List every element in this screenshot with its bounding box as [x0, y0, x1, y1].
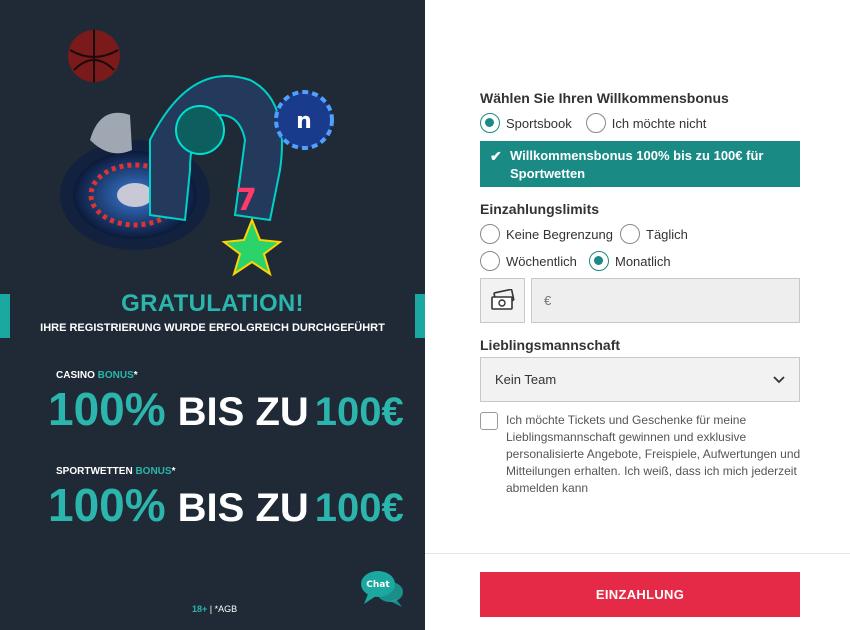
congrats-subtitle: IHRE REGISTRIERUNG WURDE ERFOLGREICH DUR… — [40, 322, 385, 334]
limit-option-weekly[interactable]: Wöchentlich — [480, 251, 589, 271]
sports-bonus-amount: 100% BIS ZU 100€ — [48, 482, 404, 528]
bonus-option-label: Ich möchte nicht — [611, 115, 707, 131]
bonus-radio-group: Sportsbook Ich möchte nicht — [480, 113, 706, 133]
radio-selected-icon[interactable] — [480, 113, 500, 133]
bonus-option-label: Sportsbook — [506, 115, 572, 131]
deposit-form-panel: Wählen Sie Ihren Willkommensbonus Sports… — [425, 0, 850, 630]
bonus-option-none[interactable]: Ich möchte nicht — [585, 113, 707, 133]
bonus-banner-text: Willkommensbonus 100% bis zu 100€ für Sp… — [510, 148, 764, 181]
chat-label: Chat — [366, 580, 390, 590]
radio-unselected-icon[interactable] — [480, 251, 500, 271]
limit-option-label: Keine Begrenzung — [506, 226, 613, 242]
limits-section-title: Einzahlungslimits — [480, 201, 600, 217]
consent-checkbox[interactable] — [480, 412, 498, 430]
limit-option-label: Monatlich — [615, 253, 671, 269]
consent-text: Ich möchte Tickets und Geschenke für mei… — [506, 413, 801, 495]
footer-separator: | — [207, 604, 215, 614]
casino-hero-illustration: n 7 — [60, 30, 334, 277]
bonus-option-sportsbook[interactable]: Sportsbook — [480, 113, 572, 133]
chat-bubble-icon[interactable]: Chat — [360, 568, 404, 608]
casino-label-star: * — [133, 370, 138, 381]
money-icon — [490, 288, 514, 310]
limit-option-daily[interactable]: Täglich — [620, 224, 688, 244]
bonus-confirmation-banner: ✔ Willkommensbonus 100% bis zu 100€ für … — [480, 141, 800, 187]
casino-label-text: CASINO — [56, 370, 98, 381]
sports-percent: 100% — [48, 479, 166, 531]
sports-up-to: BIS ZU — [177, 486, 309, 530]
sports-label-text: SPORTWETTEN — [56, 466, 136, 477]
radio-selected-icon[interactable] — [589, 251, 609, 271]
team-select-value: Kein Team — [495, 372, 557, 387]
casino-up-to: BIS ZU — [177, 390, 309, 434]
limit-radio-row-1: Keine Begrenzung Täglich — [480, 224, 688, 244]
sports-label-bonus: BONUS — [135, 466, 172, 477]
svg-text:n: n — [296, 109, 312, 134]
limit-radio-row-2: Wöchentlich Monatlich — [480, 251, 671, 271]
congrats-title: GRATULATION! — [121, 290, 304, 317]
team-section-title: Lieblingsmannschaft — [480, 337, 621, 353]
team-select[interactable]: Kein Team — [480, 357, 800, 402]
sports-bonus-label: SPORTWETTEN BONUS* — [56, 466, 175, 477]
sports-label-star: * — [171, 466, 176, 477]
chevron-down-icon — [773, 375, 785, 383]
casino-bonus-label: CASINO BONUS* — [56, 370, 138, 381]
svg-text:7: 7 — [236, 183, 257, 218]
limit-option-none[interactable]: Keine Begrenzung — [480, 224, 620, 244]
limit-option-label: Wöchentlich — [506, 253, 577, 269]
divider — [425, 553, 850, 554]
radio-unselected-icon[interactable] — [620, 224, 640, 244]
casino-max-amount: 100€ — [314, 390, 404, 434]
sports-max-amount: 100€ — [314, 486, 404, 530]
radio-unselected-icon[interactable] — [585, 113, 606, 133]
footer-legal: 18+ | *AGB — [192, 604, 237, 614]
casino-label-bonus: BONUS — [97, 370, 134, 381]
bonus-section-title: Wählen Sie Ihren Willkommensbonus — [480, 90, 729, 106]
limit-option-label: Täglich — [646, 226, 688, 242]
radio-unselected-icon[interactable] — [480, 224, 500, 244]
limit-option-monthly[interactable]: Monatlich — [589, 251, 671, 271]
casino-bonus-amount: 100% BIS ZU 100€ — [48, 386, 404, 432]
promo-panel: n 7 GRATULATION! IHRE REGISTRIERUNG WURD… — [0, 0, 425, 630]
age-restriction: 18+ — [192, 604, 208, 614]
deposit-limit-amount-input[interactable] — [531, 278, 800, 323]
check-icon: ✔ — [490, 148, 502, 164]
deposit-button[interactable]: EINZAHLUNG — [480, 572, 800, 617]
casino-percent: 100% — [48, 383, 166, 435]
agb-link[interactable]: *AGB — [215, 604, 238, 614]
money-icon-box — [480, 278, 525, 323]
